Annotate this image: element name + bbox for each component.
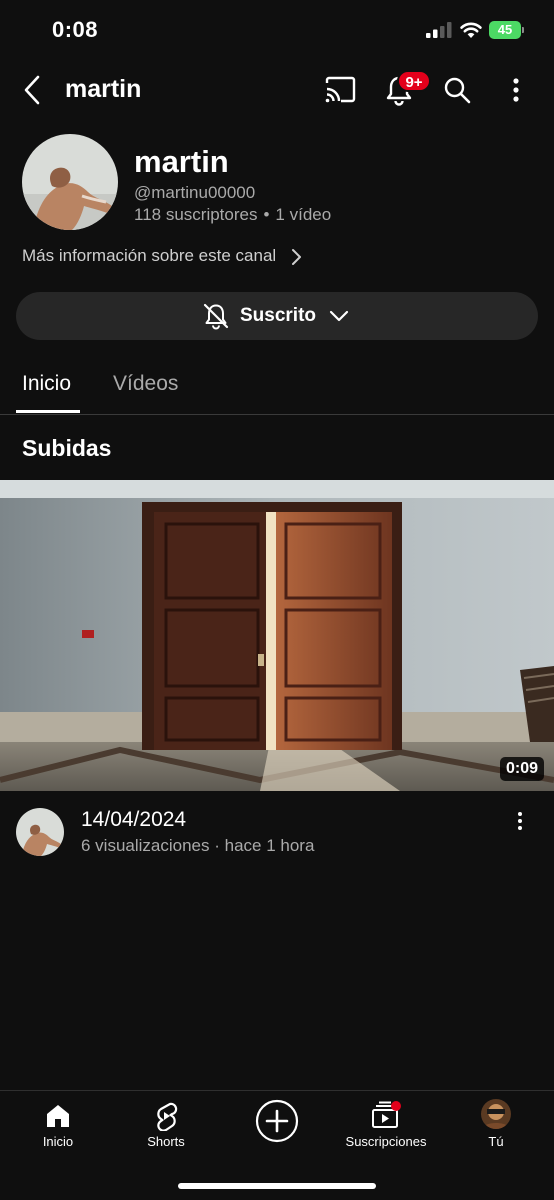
channel-screen: 0:08 45 martin 9+ martin @martinu00000 1… xyxy=(0,0,554,1200)
tab-inicio[interactable]: Inicio xyxy=(22,372,71,396)
video-channel-avatar[interactable] xyxy=(16,808,64,856)
video-stats: 6 visualizaciones · hace 1 hora xyxy=(81,836,315,855)
chevron-down-icon xyxy=(329,310,349,322)
nav-label-suscripciones: Suscripciones xyxy=(345,1134,427,1149)
shorts-icon xyxy=(157,1102,178,1131)
status-time: 0:08 xyxy=(52,17,99,42)
wifi-icon xyxy=(460,22,482,38)
battery-icon: 45 xyxy=(489,21,524,39)
nav-item-suscripciones[interactable]: Suscripciones xyxy=(336,1091,436,1161)
create-icon xyxy=(255,1099,299,1143)
nav-item-create[interactable] xyxy=(237,1091,317,1161)
stats-separator: • xyxy=(263,205,270,224)
subscribed-button[interactable]: Suscrito xyxy=(16,292,538,340)
subscriber-count: 118 suscriptores xyxy=(134,205,258,224)
cast-icon[interactable] xyxy=(324,76,356,104)
home-indicator xyxy=(178,1183,376,1189)
battery-level: 45 xyxy=(497,22,513,37)
nav-item-inicio[interactable]: Inicio xyxy=(18,1091,98,1161)
tab-videos[interactable]: Vídeos xyxy=(113,372,178,396)
back-arrow-icon[interactable] xyxy=(18,74,48,106)
subscribed-label: Suscrito xyxy=(240,305,317,326)
channel-name: martin xyxy=(134,144,229,179)
video-more-options-icon[interactable] xyxy=(511,810,529,832)
bell-off-icon xyxy=(203,303,229,330)
status-bar: 0:08 45 xyxy=(0,0,554,60)
video-count: 1 vídeo xyxy=(275,205,332,224)
search-icon[interactable] xyxy=(443,76,471,104)
home-icon xyxy=(47,1105,69,1127)
channel-avatar[interactable] xyxy=(22,134,118,230)
subscriptions-icon xyxy=(372,1101,401,1128)
nav-item-tu[interactable]: Tú xyxy=(456,1091,536,1161)
channel-stats: 118 suscriptores • 1 vídeo xyxy=(134,205,331,225)
video-title[interactable]: 14/04/2024 xyxy=(81,808,186,832)
nav-label-shorts: Shorts xyxy=(147,1134,185,1149)
more-options-icon[interactable] xyxy=(504,75,528,105)
more-info-link[interactable]: Más información sobre este canal xyxy=(22,246,322,268)
active-tab-indicator xyxy=(16,410,80,413)
nav-item-shorts[interactable]: Shorts xyxy=(126,1091,206,1161)
section-title: Subidas xyxy=(22,435,112,461)
nav-label-tu: Tú xyxy=(488,1134,504,1149)
video-meta: 14/04/2024 6 visualizaciones · hace 1 ho… xyxy=(0,800,554,870)
top-app-bar: martin 9+ xyxy=(0,60,554,120)
more-info-label: Más información sobre este canal xyxy=(22,246,277,265)
chevron-right-icon xyxy=(292,249,301,265)
video-thumbnail[interactable]: 0:09 xyxy=(0,480,554,791)
video-duration: 0:09 xyxy=(499,757,544,781)
channel-tabs: Inicio Vídeos xyxy=(0,360,554,415)
channel-handle: @martinu00000 xyxy=(134,183,256,202)
notifications-badge: 9+ xyxy=(397,70,431,92)
cellular-signal-icon xyxy=(426,22,452,38)
profile-avatar xyxy=(481,1099,511,1129)
header-title: martin xyxy=(65,75,142,103)
nav-label-inicio: Inicio xyxy=(42,1134,74,1149)
